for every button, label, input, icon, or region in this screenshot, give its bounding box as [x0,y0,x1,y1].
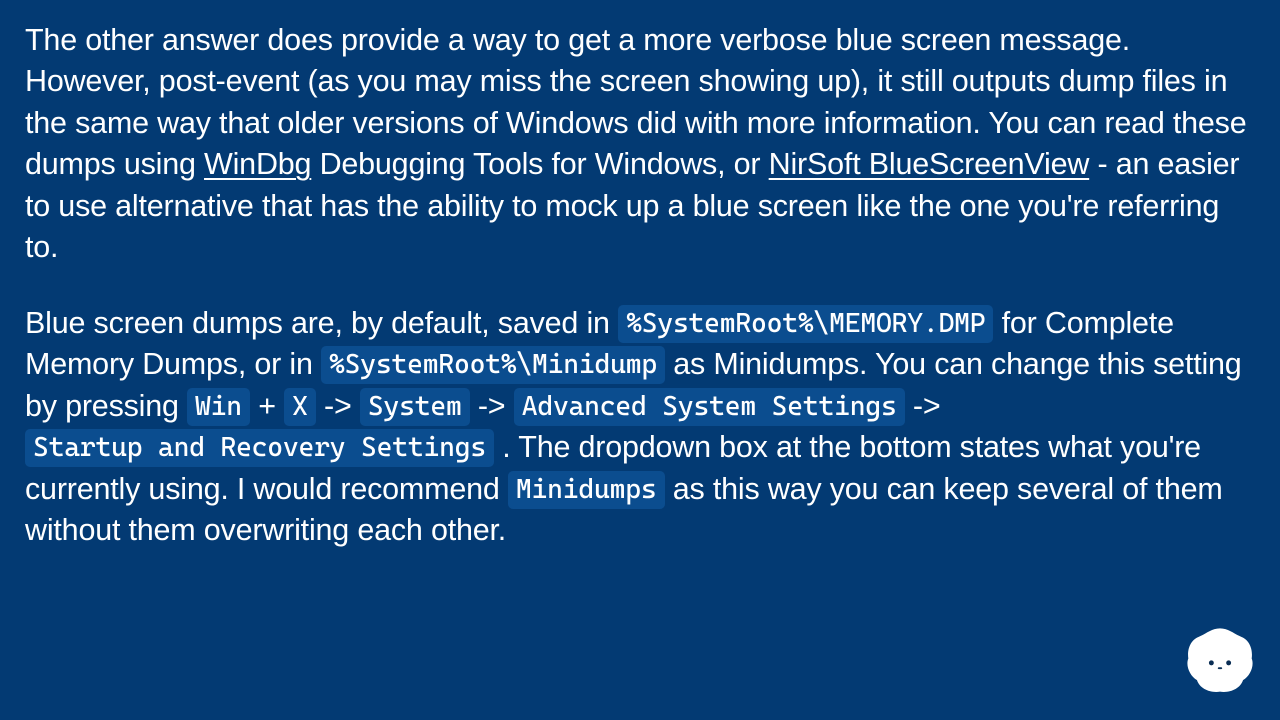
kbd-minidumps: Minidumps [508,471,665,509]
link-nirsoft-bluescreenview[interactable]: NirSoft BlueScreenView [769,147,1090,181]
kbd-advanced-system-settings: Advanced System Settings [514,388,905,426]
paragraph-2: Blue screen dumps are, by default, saved… [25,303,1255,552]
paragraph-1: The other answer does provide a way to g… [25,20,1255,269]
kbd-system: System [360,388,470,426]
text: -> [316,389,360,423]
text: + [250,389,284,423]
kbd-startup-recovery-settings: Startup and Recovery Settings [25,429,494,467]
assistant-avatar-icon [1184,624,1256,696]
text: -> [905,389,941,423]
code-minidump-path: %SystemRoot%\Minidump [321,346,665,384]
text: Debugging Tools for Windows, or [311,147,768,181]
kbd-win: Win [187,388,250,426]
kbd-x: X [284,388,316,426]
text: -> [470,389,514,423]
answer-body: The other answer does provide a way to g… [0,0,1280,611]
code-memory-dmp-path: %SystemRoot%\MEMORY.DMP [618,305,993,343]
text: Blue screen dumps are, by default, saved… [25,306,618,340]
link-windbg[interactable]: WinDbg [204,147,311,181]
